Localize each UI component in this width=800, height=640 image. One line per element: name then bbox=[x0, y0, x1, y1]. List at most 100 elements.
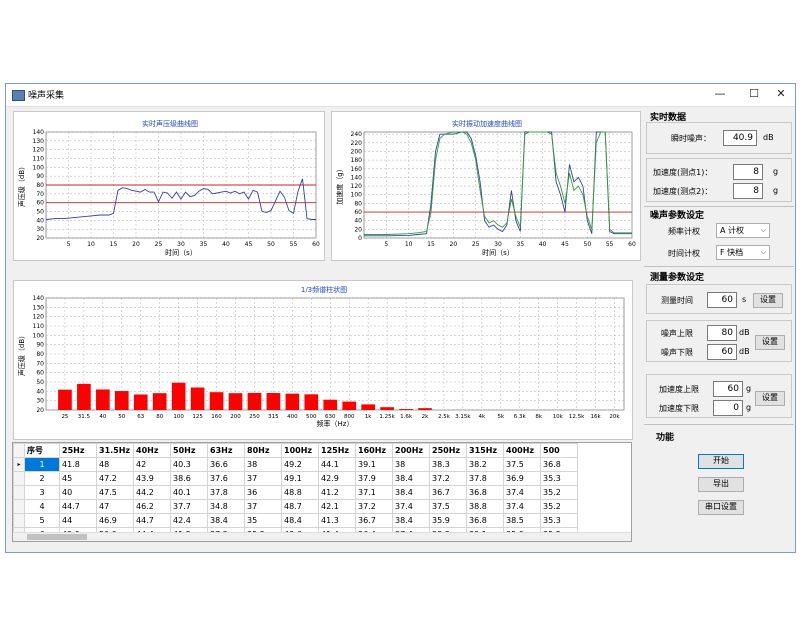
acc-lower-field[interactable]: 0 bbox=[713, 400, 743, 416]
time-weight-select[interactable]: F 快档 ⌵ bbox=[716, 245, 770, 260]
row-index-cell[interactable]: 4 bbox=[24, 499, 60, 514]
column-header[interactable]: 25Hz bbox=[59, 443, 97, 458]
table-cell[interactable]: 38.4 bbox=[392, 513, 430, 528]
table-cell[interactable]: 47 bbox=[96, 499, 134, 514]
table-cell[interactable]: 44.1 bbox=[318, 457, 356, 472]
table-cell[interactable]: 37.5 bbox=[429, 499, 467, 514]
table-cell[interactable]: 37.1 bbox=[355, 485, 393, 500]
noise-value-field[interactable]: 40.9 bbox=[723, 130, 757, 146]
column-header[interactable]: 200Hz bbox=[392, 443, 430, 458]
noise-lower-field[interactable]: 60 bbox=[707, 344, 737, 360]
table-cell[interactable]: 47.5 bbox=[96, 485, 134, 500]
table-cell[interactable]: 35.3 bbox=[540, 513, 578, 528]
table-cell[interactable]: 38.2 bbox=[466, 457, 504, 472]
acc-upper-field[interactable]: 60 bbox=[713, 381, 743, 397]
noise-limit-set-button[interactable]: 设置 bbox=[755, 335, 785, 350]
table-cell[interactable]: 42.4 bbox=[170, 513, 208, 528]
table-row[interactable]: 4 44.7 47 46.2 37.7 34.8 37 48.7 42.1 37.2 37.4 37.… bbox=[13, 499, 578, 514]
column-header[interactable]: 400Hz bbox=[503, 443, 541, 458]
table-cell[interactable]: 47.2 bbox=[96, 471, 134, 486]
noise-upper-field[interactable]: 80 bbox=[707, 325, 737, 341]
column-header[interactable]: 40Hz bbox=[133, 443, 171, 458]
table-cell[interactable]: 40.3 bbox=[170, 457, 208, 472]
table-cell[interactable]: 35.3 bbox=[540, 471, 578, 486]
row-index-cell[interactable]: 2 bbox=[24, 471, 60, 486]
table-cell[interactable]: 37.4 bbox=[392, 499, 430, 514]
maximize-button[interactable]: ☐ bbox=[743, 86, 765, 102]
table-cell[interactable]: 37.4 bbox=[503, 499, 541, 514]
column-header[interactable]: 250Hz bbox=[429, 443, 467, 458]
table-cell[interactable]: 44.7 bbox=[59, 499, 97, 514]
table-cell[interactable]: 37.2 bbox=[429, 471, 467, 486]
table-cell[interactable]: 36.7 bbox=[355, 513, 393, 528]
table-cell[interactable]: 37.2 bbox=[355, 499, 393, 514]
row-header[interactable] bbox=[13, 499, 25, 514]
table-cell[interactable]: 35.9 bbox=[429, 513, 467, 528]
row-header[interactable]: ▸ bbox=[13, 457, 25, 472]
table-cell[interactable]: 48.8 bbox=[281, 485, 319, 500]
table-cell[interactable]: 37 bbox=[244, 499, 282, 514]
row-index-cell[interactable]: 3 bbox=[24, 485, 60, 500]
table-cell[interactable]: 42.9 bbox=[318, 471, 356, 486]
table-cell[interactable]: 38.5 bbox=[503, 513, 541, 528]
row-header[interactable] bbox=[13, 471, 25, 486]
column-header[interactable]: 序号 bbox=[24, 443, 60, 458]
table-cell[interactable]: 35 bbox=[244, 513, 282, 528]
acc1-value-field[interactable]: 8 bbox=[733, 164, 763, 180]
table-cell[interactable]: 42 bbox=[133, 457, 171, 472]
measure-time-set-button[interactable]: 设置 bbox=[753, 293, 783, 308]
row-header[interactable] bbox=[13, 485, 25, 500]
scrollbar-thumb[interactable] bbox=[27, 534, 87, 540]
row-index-cell[interactable]: 1 bbox=[24, 457, 60, 472]
table-cell[interactable]: 40.1 bbox=[170, 485, 208, 500]
table-cell[interactable]: 36 bbox=[244, 485, 282, 500]
horizontal-scrollbar[interactable] bbox=[13, 532, 631, 541]
table-cell[interactable]: 39.1 bbox=[355, 457, 393, 472]
table-cell[interactable]: 48.4 bbox=[281, 513, 319, 528]
table-cell[interactable]: 42.1 bbox=[318, 499, 356, 514]
table-cell[interactable]: 38.3 bbox=[429, 457, 467, 472]
table-cell[interactable]: 45 bbox=[59, 471, 97, 486]
table-cell[interactable]: 48.7 bbox=[281, 499, 319, 514]
column-header[interactable]: 100Hz bbox=[281, 443, 319, 458]
table-row[interactable]: 5 44 46.9 44.7 42.4 38.4 35 48.4 41.3 36.7 38.4 35.… bbox=[13, 513, 578, 528]
table-cell[interactable]: 44 bbox=[59, 513, 97, 528]
table-cell[interactable]: 37.8 bbox=[466, 471, 504, 486]
table-cell[interactable]: 36.6 bbox=[207, 457, 245, 472]
table-cell[interactable]: 36.8 bbox=[466, 513, 504, 528]
column-header[interactable]: 160Hz bbox=[355, 443, 393, 458]
row-header[interactable] bbox=[13, 513, 25, 528]
table-cell[interactable]: 37.9 bbox=[355, 471, 393, 486]
table-cell[interactable]: 41.3 bbox=[318, 513, 356, 528]
data-grid[interactable]: 序号 25Hz 31.5Hz 40Hz 50Hz 63Hz 80Hz 100Hz 125Hz 16… bbox=[12, 442, 632, 542]
table-cell[interactable]: 36.8 bbox=[540, 457, 578, 472]
table-cell[interactable]: 43.9 bbox=[133, 471, 171, 486]
table-cell[interactable]: 41.2 bbox=[318, 485, 356, 500]
column-header[interactable]: 50Hz bbox=[170, 443, 208, 458]
column-header[interactable]: 63Hz bbox=[207, 443, 245, 458]
table-row[interactable]: ▸ 1 41.8 48 42 40.3 36.6 38 49.2 44.1 39.1 38 38.3 38… bbox=[13, 457, 578, 472]
column-header[interactable]: 125Hz bbox=[318, 443, 356, 458]
table-cell[interactable]: 38.8 bbox=[466, 499, 504, 514]
table-row[interactable]: 2 45 47.2 43.9 38.6 37.6 37 49.1 42.9 37.9 38.4 37.… bbox=[13, 471, 578, 486]
table-cell[interactable]: 38 bbox=[244, 457, 282, 472]
table-cell[interactable]: 46.2 bbox=[133, 499, 171, 514]
table-cell[interactable]: 34.8 bbox=[207, 499, 245, 514]
column-header[interactable]: 315Hz bbox=[466, 443, 504, 458]
table-cell[interactable]: 38.4 bbox=[392, 471, 430, 486]
table-cell[interactable]: 44.2 bbox=[133, 485, 171, 500]
export-button[interactable]: 导出 bbox=[698, 477, 744, 492]
column-header[interactable]: 500 bbox=[540, 443, 578, 458]
table-cell[interactable]: 37.8 bbox=[207, 485, 245, 500]
table-cell[interactable]: 41.8 bbox=[59, 457, 97, 472]
row-index-cell[interactable]: 5 bbox=[24, 513, 60, 528]
column-header[interactable]: 80Hz bbox=[244, 443, 282, 458]
table-cell[interactable]: 38 bbox=[392, 457, 430, 472]
table-cell[interactable]: 37 bbox=[244, 471, 282, 486]
table-cell[interactable]: 36.7 bbox=[429, 485, 467, 500]
table-cell[interactable]: 46.9 bbox=[96, 513, 134, 528]
table-cell[interactable]: 36.9 bbox=[503, 471, 541, 486]
table-cell[interactable]: 35.2 bbox=[540, 485, 578, 500]
column-header[interactable]: 31.5Hz bbox=[96, 443, 134, 458]
close-button[interactable]: ✕ bbox=[770, 86, 792, 102]
